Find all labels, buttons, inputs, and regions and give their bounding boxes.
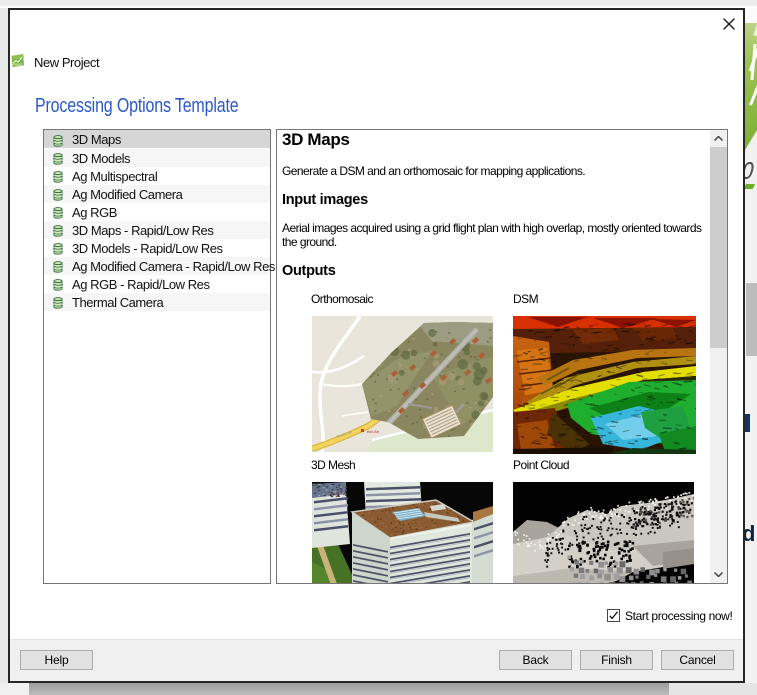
- svg-text:Bel-Air: Bel-Air: [367, 429, 380, 434]
- svg-text:PIX4D: PIX4D: [13, 63, 24, 67]
